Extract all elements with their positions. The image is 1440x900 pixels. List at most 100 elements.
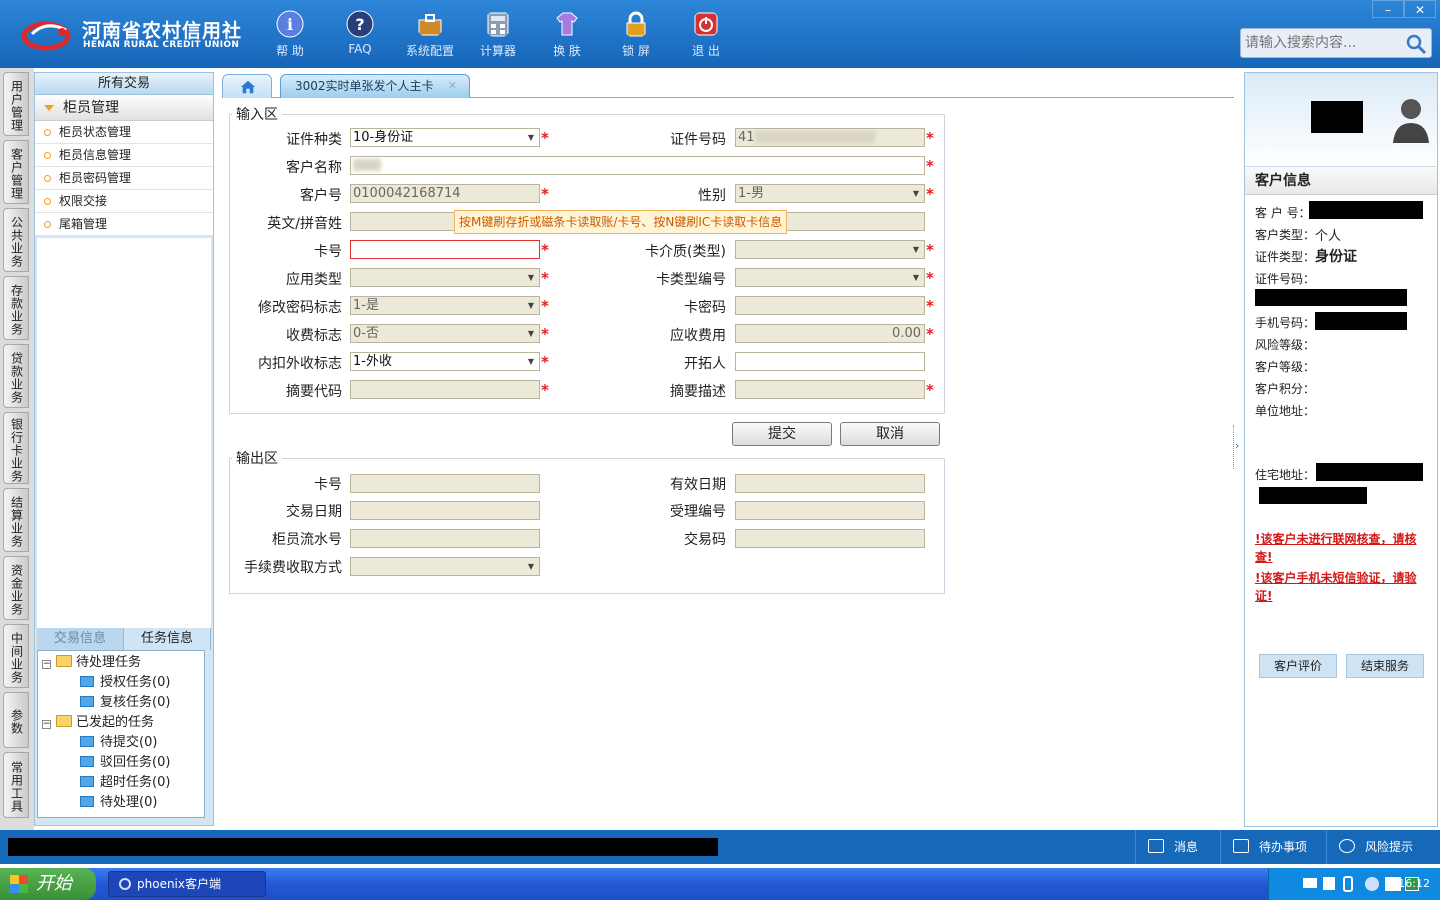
id-number-field[interactable]: 41 <box>735 128 925 147</box>
usb-icon[interactable] <box>1343 876 1353 892</box>
network-icon[interactable] <box>1365 877 1379 891</box>
customer-name-label: 客户名称 <box>286 160 342 176</box>
app-type-select[interactable]: ▼ <box>350 268 540 287</box>
tree-node-initiated[interactable]: − 已发起的任务 <box>42 713 154 733</box>
fee-method-select[interactable]: ▼ <box>350 557 540 576</box>
start-button[interactable]: 开始 <box>0 868 96 900</box>
help-label: 帮 助 <box>276 44 304 58</box>
expand-arrow-icon <box>44 105 54 111</box>
card-read-tooltip: 按M键刷存折或磁条卡读取账/卡号、按N键刷IC卡读取卡信息 <box>454 210 788 234</box>
close-window-button[interactable]: ✕ <box>1404 0 1436 18</box>
network-verify-warning-link[interactable]: !该客户未进行联网核查，请核查! <box>1255 530 1433 566</box>
rp-id-number-label: 证件号码： <box>1255 272 1316 286</box>
summary-code-label: 摘要代码 <box>286 384 342 400</box>
close-tab-icon[interactable]: ✕ <box>448 75 457 97</box>
tab-public-business[interactable]: 公共业务 <box>3 208 29 272</box>
all-transactions-header[interactable]: 所有交易 <box>35 73 213 95</box>
home-tab[interactable] <box>222 74 272 98</box>
minimize-button[interactable]: – <box>1372 0 1404 18</box>
tab-loan-business[interactable]: 贷款业务 <box>3 344 29 408</box>
tab-user-management[interactable]: 用户管理 <box>3 72 29 136</box>
rp-customer-type-label: 客户类型： <box>1255 228 1316 242</box>
speech-bubble-icon <box>1339 839 1355 853</box>
sms-verify-warning-link[interactable]: !该客户手机未短信验证，请验证! <box>1255 569 1433 605</box>
messages-button[interactable]: 消息 <box>1135 830 1215 864</box>
customer-evaluate-button[interactable]: 客户评价 <box>1259 654 1337 678</box>
tree-node-to-submit[interactable]: 待提交(0) <box>80 733 157 753</box>
cancel-button[interactable]: 取消 <box>840 422 940 446</box>
tree-node-pending[interactable]: − 待处理任务 <box>42 653 141 673</box>
dropdown-arrow-icon: ▼ <box>912 273 920 282</box>
dropdown-arrow-icon: ▼ <box>527 301 535 310</box>
tab-task-info[interactable]: 任务信息 <box>124 628 211 650</box>
tree-node-timeout[interactable]: 超时任务(0) <box>80 773 170 793</box>
tab-intermediary-business[interactable]: 中间业务 <box>3 624 29 688</box>
fee-flag-select[interactable]: 0-否 ▼ <box>350 324 540 343</box>
card-no-field[interactable] <box>350 240 540 259</box>
tab-parameters[interactable]: 参数 <box>3 692 29 748</box>
deduct-flag-select[interactable]: 1-外收 ▼ <box>350 352 540 371</box>
lock-screen-button[interactable]: 锁 屏 <box>604 8 668 62</box>
system-config-button[interactable]: 系统配置 <box>398 8 462 62</box>
card-pwd-field[interactable] <box>735 296 925 315</box>
accept-no-field <box>735 501 925 520</box>
fee-flag-value: 0-否 <box>353 326 379 341</box>
tab-settlement-business[interactable]: 结算业务 <box>3 488 29 552</box>
change-skin-button[interactable]: 换 肤 <box>535 8 599 62</box>
tab-transaction-info[interactable]: 交易信息 <box>37 628 124 650</box>
card-medium-select[interactable]: ▼ <box>735 240 925 259</box>
customer-name-field[interactable] <box>350 156 925 175</box>
sidebar-item-teller-info[interactable]: 柜员信息管理 <box>35 144 213 167</box>
collapse-icon[interactable]: − <box>42 720 51 729</box>
tree-node-auth[interactable]: 授权任务(0) <box>80 673 170 693</box>
calculator-button[interactable]: 计算器 <box>466 8 530 62</box>
submit-button[interactable]: 提交 <box>732 422 832 446</box>
help-tray-icon[interactable] <box>1323 877 1335 890</box>
end-service-button[interactable]: 结束服务 <box>1346 654 1424 678</box>
sidebar-item-teller-password[interactable]: 柜员密码管理 <box>35 167 213 190</box>
sidebar-item-permission-handover[interactable]: 权限交接 <box>35 190 213 213</box>
folder-icon <box>80 756 94 767</box>
change-pwd-flag-select[interactable]: 1-是 ▼ <box>350 296 540 315</box>
customer-no-field[interactable]: 0100042168714 <box>350 184 540 203</box>
tree-node-review[interactable]: 复核任务(0) <box>80 693 170 713</box>
developer-field[interactable] <box>735 352 925 371</box>
card-type-no-select[interactable]: ▼ <box>735 268 925 287</box>
tab-deposit-business[interactable]: 存款业务 <box>3 276 29 340</box>
search-icon[interactable] <box>1405 33 1427 55</box>
bullet-icon <box>44 129 51 136</box>
tab-3002-card-issue[interactable]: 3002实时单张发个人主卡 ✕ <box>280 74 470 98</box>
taskbar-app-phoenix[interactable]: phoenix客户端 <box>108 871 266 897</box>
sidebar-item-cash-box[interactable]: 尾箱管理 <box>35 213 213 236</box>
tab-bank-card-business[interactable]: 银行卡业务 <box>3 412 29 484</box>
collapse-icon[interactable]: − <box>42 660 51 669</box>
collapse-panel-handle[interactable]: › <box>1233 425 1241 469</box>
tree-label: 超时任务(0) <box>100 775 171 790</box>
sidebar-item-teller-status[interactable]: 柜员状态管理 <box>35 121 213 144</box>
teller-management-group[interactable]: 柜员管理 <box>35 95 213 121</box>
gender-label: 性别 <box>698 188 726 204</box>
dropdown-arrow-icon: ▼ <box>912 189 920 198</box>
tab-common-tools[interactable]: 常用工具 <box>3 752 29 818</box>
search-input[interactable] <box>1241 29 1401 57</box>
dropdown-arrow-icon: ▼ <box>527 562 535 571</box>
help-button[interactable]: i 帮 助 <box>258 8 322 62</box>
risk-alert-button[interactable]: 风险提示 <box>1326 830 1440 864</box>
todo-button[interactable]: 待办事项 <box>1220 830 1320 864</box>
required-marker: * <box>541 381 549 399</box>
tab-customer-management[interactable]: 客户管理 <box>3 140 29 204</box>
summary-code-field[interactable] <box>350 380 540 399</box>
gender-select[interactable]: 1-男 ▼ <box>735 184 925 203</box>
fee-due-field[interactable]: 0.00 <box>735 324 925 343</box>
clock[interactable]: 16:12 <box>1398 868 1430 900</box>
keyboard-icon[interactable] <box>1303 878 1317 888</box>
exit-button[interactable]: 退 出 <box>674 8 738 62</box>
faq-button[interactable]: ? FAQ <box>328 8 392 62</box>
tree-node-to-process[interactable]: 待处理(0) <box>80 793 157 813</box>
summary-desc-field[interactable] <box>735 380 925 399</box>
tree-node-rejected[interactable]: 驳回任务(0) <box>80 753 170 773</box>
folder-icon <box>80 736 94 747</box>
id-type-select[interactable]: 10-身份证 ▼ <box>350 128 540 147</box>
tab-fund-business[interactable]: 资金业务 <box>3 556 29 620</box>
rp-phone-label: 手机号码： <box>1255 316 1316 330</box>
